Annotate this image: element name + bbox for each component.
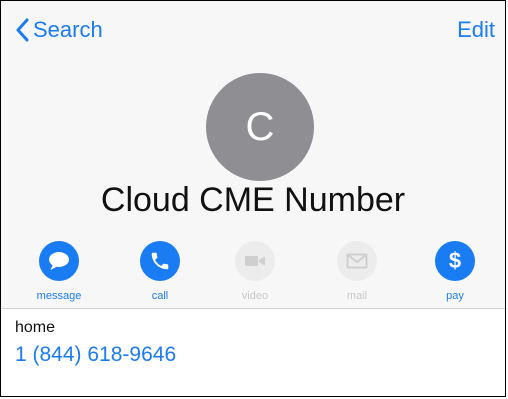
- contact-header: Search Edit C Cloud CME Number message c…: [1, 1, 505, 308]
- phone-label: home: [15, 319, 56, 336]
- phone-number-link[interactable]: 1 (844) 618-9646: [15, 343, 176, 367]
- message-bubble-icon: [49, 252, 69, 270]
- video-camera-icon: [245, 256, 265, 266]
- mail-label: mail: [346, 290, 368, 302]
- divider: [1, 308, 505, 309]
- edit-button[interactable]: Edit: [457, 17, 495, 43]
- call-button[interactable]: call: [125, 241, 195, 302]
- action-bar: message call video mail $ pay: [1, 241, 505, 309]
- dollar-icon: $: [448, 248, 462, 273]
- contact-name: Cloud CME Number: [100, 181, 406, 219]
- avatar: C: [206, 73, 314, 181]
- call-label: call: [151, 290, 169, 302]
- phone-icon: [151, 252, 169, 270]
- mail-button[interactable]: mail: [322, 241, 392, 302]
- contact-screen: Search Edit C Cloud CME Number message c…: [0, 0, 506, 397]
- back-button[interactable]: Search: [15, 17, 103, 43]
- envelope-icon: [346, 253, 368, 269]
- back-label: Search: [33, 17, 103, 42]
- nav-bar: Search Edit: [1, 15, 505, 47]
- video-button[interactable]: video: [220, 241, 290, 302]
- pay-button[interactable]: $ pay: [420, 241, 490, 302]
- chevron-left-icon: [16, 18, 29, 42]
- video-label: video: [241, 290, 269, 302]
- message-button[interactable]: message: [24, 241, 94, 302]
- avatar-initial: C: [245, 104, 275, 149]
- message-label: message: [36, 290, 82, 302]
- pay-label: pay: [446, 290, 464, 302]
